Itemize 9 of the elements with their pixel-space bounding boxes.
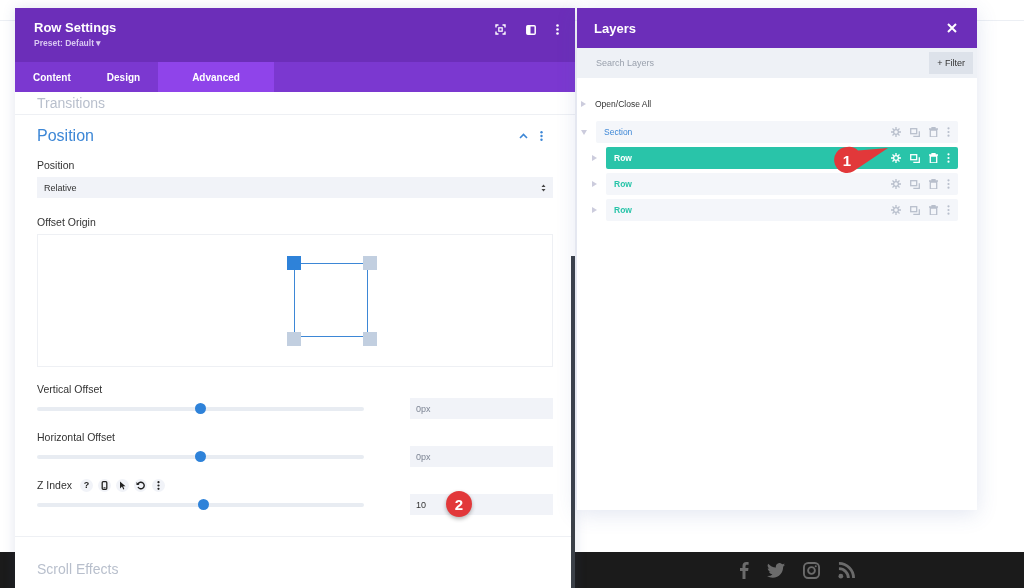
panel-title: Row Settings (34, 20, 117, 35)
panel-title: Layers (594, 20, 636, 36)
field-label: Offset Origin (37, 216, 97, 228)
field-label: Z Index (37, 479, 73, 491)
callout-tooltip: 2 (446, 491, 472, 517)
field-label: Position (37, 159, 76, 171)
field-label: Horizontal Offset (37, 431, 115, 443)
callout-tooltip: 1 (832, 145, 888, 175)
field-label: Vertical Offset (37, 383, 103, 395)
